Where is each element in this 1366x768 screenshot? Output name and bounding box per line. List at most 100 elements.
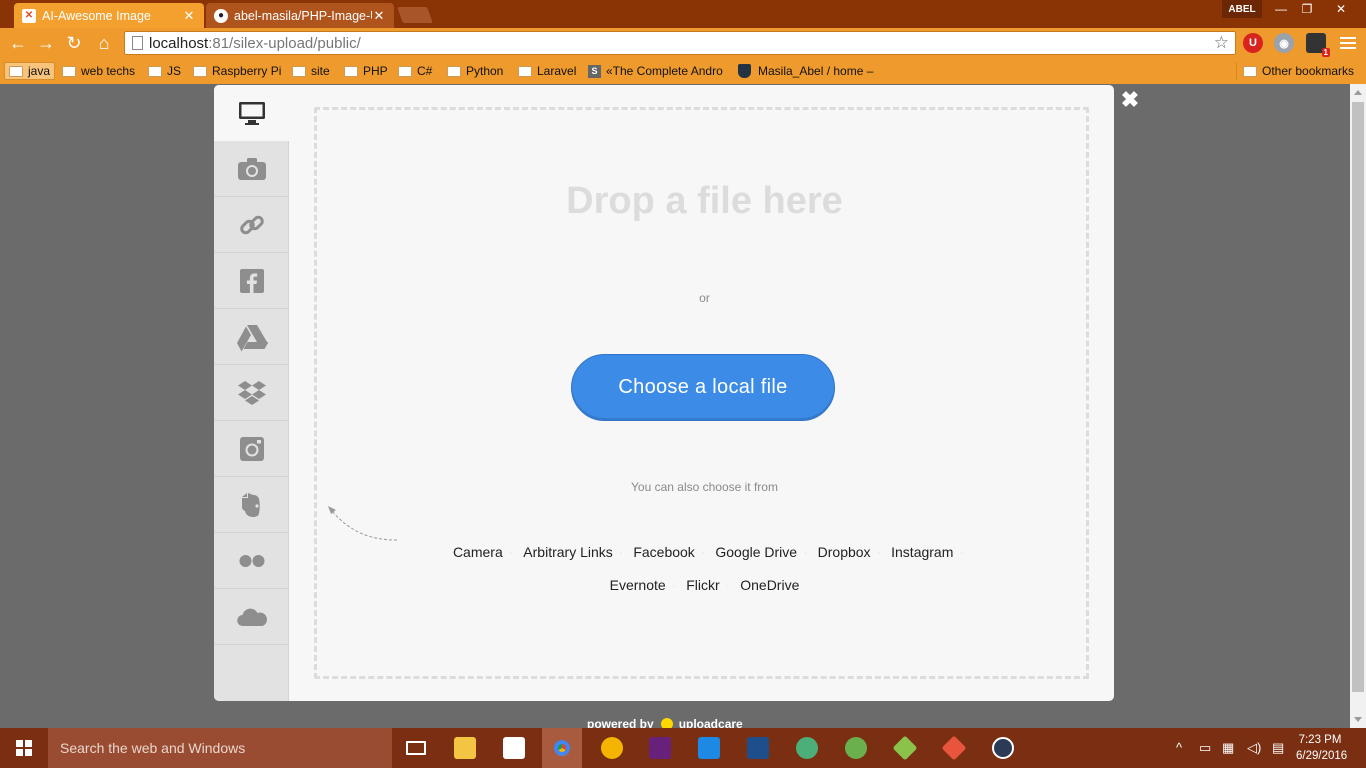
window-close-button[interactable]: ✕ (1328, 0, 1354, 18)
page-scrollbar[interactable] (1350, 84, 1366, 728)
tab-flickr[interactable] (214, 533, 289, 589)
source-link-onedrive[interactable]: OneDrive (733, 577, 806, 593)
tab-camera[interactable] (214, 141, 289, 197)
tab-local-file[interactable] (214, 85, 290, 141)
atom-icon[interactable] (787, 733, 827, 763)
source-tabs (214, 85, 290, 701)
scroll-down-icon[interactable] (1354, 717, 1362, 722)
home-icon[interactable]: ⌂ (92, 32, 116, 54)
instagram-icon (239, 436, 264, 461)
stats-app-icon[interactable] (738, 733, 778, 763)
forward-arrow-icon[interactable]: → (34, 32, 58, 54)
network-icon[interactable]: ▦ (1222, 740, 1234, 756)
extension-icon[interactable]: 1 (1306, 33, 1330, 57)
tab-instagram[interactable] (214, 421, 289, 477)
bookmark-favicon: S (588, 64, 601, 78)
profile-button[interactable]: ABEL (1222, 0, 1262, 18)
tab-link[interactable] (214, 197, 289, 253)
chrome-icon[interactable] (542, 728, 582, 768)
canary-icon[interactable] (592, 733, 632, 763)
scroll-up-icon[interactable] (1354, 90, 1362, 95)
xampp-icon: ✕ (22, 8, 36, 23)
other-bookmarks[interactable]: Other bookmarks (1239, 62, 1354, 80)
source-link-dropbox[interactable]: Dropbox (811, 544, 878, 560)
windows-logo-icon (16, 740, 32, 756)
flickr-icon (239, 554, 264, 567)
source-link-instagram[interactable]: Instagram (884, 544, 960, 560)
folder-icon (447, 65, 461, 77)
tab-facebook[interactable] (214, 253, 289, 309)
tab-ai-awesome-image[interactable]: ✕ AI-Awesome Image ✕ (14, 3, 204, 28)
minimize-button[interactable]: — (1268, 0, 1294, 18)
back-arrow-icon[interactable]: ← (6, 32, 30, 54)
clock-time: 7:23 PM (1298, 734, 1342, 746)
browser-titlebar: ✕ AI-Awesome Image ✕ ● abel-masila/PHP-I… (0, 0, 1366, 28)
bookmark-folder-java[interactable]: java (4, 62, 56, 80)
taskbar-search-input[interactable]: Search the web and Windows (48, 728, 392, 768)
source-link-arbitrary-links[interactable]: Arbitrary Links (516, 544, 619, 560)
also-choose-text: You can also choose it from (631, 480, 778, 494)
restore-button[interactable]: ❐ (1294, 0, 1320, 18)
visual-studio-icon[interactable] (640, 733, 680, 763)
tab-close-icon[interactable]: ✕ (372, 8, 386, 24)
ublock-extension-icon[interactable]: U (1243, 33, 1263, 53)
source-link-evernote[interactable]: Evernote (603, 577, 673, 593)
bookmark-folder-python[interactable]: Python (443, 62, 503, 80)
onedrive-icon (236, 608, 267, 626)
file-explorer-icon[interactable] (445, 733, 485, 763)
folder-icon (193, 65, 207, 77)
dialog-close-icon[interactable]: ✖ (1120, 89, 1140, 111)
tab-close-icon[interactable]: ✕ (182, 8, 196, 24)
start-button[interactable] (0, 728, 48, 768)
or-text: or (699, 291, 710, 305)
tab-onedrive[interactable] (214, 589, 289, 645)
url-text[interactable]: localhost:81/silex-upload/public/ (149, 35, 361, 52)
menu-icon[interactable] (1340, 35, 1356, 51)
git-gui-icon[interactable] (934, 733, 974, 763)
task-view-icon[interactable] (396, 733, 436, 763)
battery-icon[interactable]: ▭ (1199, 740, 1211, 756)
tab-google-drive[interactable] (214, 309, 289, 365)
reload-icon[interactable]: ↻ (62, 32, 86, 54)
windows-taskbar: Search the web and Windows ^ ▭ ▦ ◁) ▤ 7:… (0, 728, 1366, 768)
extension-icon[interactable]: ◉ (1274, 33, 1294, 53)
folder-icon (148, 65, 162, 77)
bookmark-folder-csharp[interactable]: C# (394, 62, 432, 80)
network-app-icon[interactable] (983, 733, 1023, 763)
uploadcare-logo-icon (660, 718, 673, 728)
android-studio-icon[interactable] (836, 733, 876, 763)
tab-dropbox[interactable] (214, 365, 289, 421)
address-bar[interactable]: localhost:81/silex-upload/public/ ☆ (124, 31, 1236, 55)
bookmark-folder-web-techs[interactable]: web techs (58, 62, 135, 80)
bookmark-masila-abel[interactable]: Masila_Abel / home – (736, 62, 873, 80)
bookmark-folder-laravel[interactable]: Laravel (514, 62, 576, 80)
bookmark-star-icon[interactable]: ☆ (1214, 33, 1229, 53)
powered-by[interactable]: powered by uploadcare (587, 717, 743, 728)
vscode-icon[interactable] (689, 733, 729, 763)
store-icon[interactable] (494, 733, 534, 763)
bookmark-folder-site[interactable]: site (288, 62, 330, 80)
tab-github-repo[interactable]: ● abel-masila/PHP-Image-U ✕ (206, 3, 394, 28)
source-link-camera[interactable]: Camera (446, 544, 510, 560)
source-link-google-drive[interactable]: Google Drive (708, 544, 804, 560)
evernote-icon (241, 492, 260, 517)
action-center-icon[interactable]: ▤ (1272, 740, 1284, 756)
scrollbar-thumb[interactable] (1352, 102, 1364, 692)
git-icon[interactable] (885, 733, 925, 763)
volume-icon[interactable]: ◁) (1247, 740, 1261, 756)
choose-local-file-button[interactable]: Choose a local file (571, 354, 835, 421)
source-link-facebook[interactable]: Facebook (626, 544, 701, 560)
chevron-up-icon[interactable]: ^ (1176, 740, 1182, 755)
taskbar-clock[interactable]: 7:23 PM 6/29/2016 (1296, 732, 1347, 764)
source-link-flickr[interactable]: Flickr (679, 577, 726, 593)
bookmark-folder-js[interactable]: JS (144, 62, 181, 80)
bookmarks-separator (1236, 62, 1237, 80)
github-icon: ● (214, 8, 228, 23)
new-tab-button[interactable] (397, 7, 433, 23)
bookmark-folder-raspberry-pi[interactable]: Raspberry Pi (189, 62, 281, 80)
drop-zone[interactable]: Drop a file here or Choose a local file … (314, 107, 1089, 679)
bookmark-complete-android[interactable]: S «The Complete Andro (586, 62, 726, 80)
bookmark-folder-php[interactable]: PHP (340, 62, 388, 80)
curved-arrow-icon (328, 506, 398, 541)
tab-evernote[interactable] (214, 477, 289, 533)
